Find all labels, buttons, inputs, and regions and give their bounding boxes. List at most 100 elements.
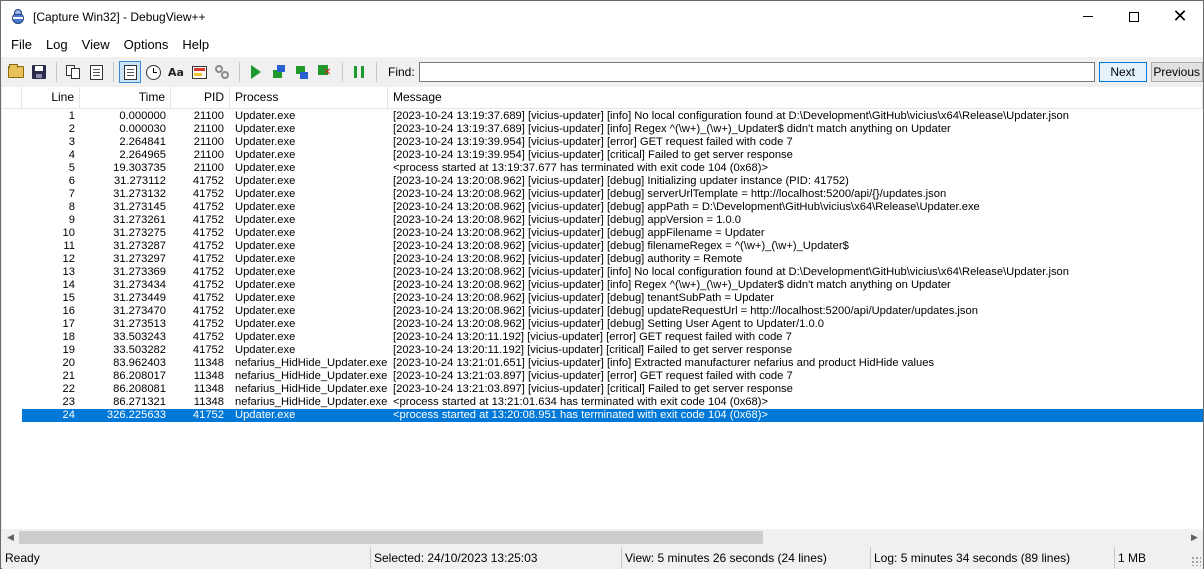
link-button[interactable] xyxy=(211,61,233,83)
cell-line: 24 xyxy=(62,409,75,421)
cell-line: 18 xyxy=(62,331,75,343)
row-gutter xyxy=(2,292,22,305)
window-controls: ✕ xyxy=(1065,1,1203,32)
cell-process: Updater.exe xyxy=(235,305,296,317)
process-up-icon xyxy=(272,65,286,79)
table-row[interactable]: 22 86.208081 11348 nefarius_HidHide_Updater… xyxy=(2,383,1203,396)
copy-messages-button[interactable] xyxy=(85,61,107,83)
log-list[interactable]: Line Time PID Process Message 1 0.000000 2… xyxy=(2,87,1203,529)
cell-time: 326.225633 xyxy=(106,409,166,421)
status-log: Log: 5 minutes 34 seconds (89 lines) xyxy=(871,547,1115,569)
cell-message: [2023-10-24 13:19:39.954] [vicius-update… xyxy=(393,149,793,161)
scroll-right-icon[interactable]: ▶ xyxy=(1186,529,1203,546)
open-button[interactable] xyxy=(5,61,27,83)
menu-help[interactable]: Help xyxy=(175,32,216,57)
cell-message: [2023-10-24 13:20:08.962] [vicius-update… xyxy=(393,240,849,252)
cell-line: 16 xyxy=(62,305,75,317)
pause-button[interactable] xyxy=(348,61,370,83)
table-row[interactable]: 16 31.273470 41752 Updater.exe [2023-10-24 1… xyxy=(2,305,1203,318)
save-button[interactable] xyxy=(28,61,50,83)
font-button[interactable]: Aa xyxy=(165,61,187,83)
title-bar[interactable]: [Capture Win32] - DebugView++ ✕ xyxy=(1,1,1203,32)
cell-line: 1 xyxy=(68,110,75,122)
table-row[interactable]: 15 31.273449 41752 Updater.exe [2023-10-24 1… xyxy=(2,292,1203,305)
header-process[interactable]: Process xyxy=(230,87,388,109)
cell-time: 33.503282 xyxy=(113,344,166,356)
log-rows: 1 0.000000 21100 Updater.exe [2023-10-24 13:… xyxy=(2,110,1203,422)
toolbar-separator xyxy=(113,62,114,82)
menu-view[interactable]: View xyxy=(75,32,117,57)
header-pid[interactable]: PID xyxy=(171,87,230,109)
autoscroll-icon xyxy=(123,64,137,80)
table-row[interactable]: 19 33.503282 41752 Updater.exe [2023-10-24 1… xyxy=(2,344,1203,357)
status-view: View: 5 minutes 26 seconds (24 lines) xyxy=(622,547,871,569)
process-down-button[interactable] xyxy=(291,61,313,83)
cell-process: Updater.exe xyxy=(235,331,296,343)
header-time[interactable]: Time xyxy=(80,87,171,109)
status-memory: 1 MB xyxy=(1118,551,1147,565)
table-row[interactable]: 14 31.273434 41752 Updater.exe [2023-10-24 1… xyxy=(2,279,1203,292)
cell-process: Updater.exe xyxy=(235,240,296,252)
table-row[interactable]: 21 86.208017 11348 nefarius_HidHide_Updater… xyxy=(2,370,1203,383)
cell-process: Updater.exe xyxy=(235,279,296,291)
previous-button[interactable]: Previous xyxy=(1150,62,1203,82)
table-row[interactable]: 5 19.303735 21100 Updater.exe <process start… xyxy=(2,162,1203,175)
autoscroll-button[interactable] xyxy=(119,61,141,83)
horizontal-scrollbar[interactable]: ◀ ▶ xyxy=(2,529,1203,546)
cell-pid: 41752 xyxy=(192,344,224,356)
cell-line: 5 xyxy=(68,162,75,174)
resize-grip-icon[interactable] xyxy=(1191,556,1201,566)
menu-file[interactable]: File xyxy=(4,32,39,57)
table-row[interactable]: 10 31.273275 41752 Updater.exe [2023-10-24 1… xyxy=(2,227,1203,240)
status-ready: Ready xyxy=(2,547,371,569)
table-row[interactable]: 12 31.273297 41752 Updater.exe [2023-10-24 1… xyxy=(2,253,1203,266)
table-row[interactable]: 2 0.000030 21100 Updater.exe [2023-10-24 13:… xyxy=(2,123,1203,136)
table-row[interactable]: 20 83.962403 11348 nefarius_HidHide_Updater… xyxy=(2,357,1203,370)
cell-line: 14 xyxy=(62,279,75,291)
scroll-thumb[interactable] xyxy=(19,531,763,544)
table-row[interactable]: 18 33.503243 41752 Updater.exe [2023-10-24 1… xyxy=(2,331,1203,344)
table-row[interactable]: 4 2.264965 21100 Updater.exe [2023-10-24 13:… xyxy=(2,149,1203,162)
cell-process: nefarius_HidHide_Updater.exe xyxy=(235,370,388,382)
clock-button[interactable] xyxy=(142,61,164,83)
table-row[interactable]: 23 86.271321 11348 nefarius_HidHide_Updater… xyxy=(2,396,1203,409)
table-row[interactable]: 3 2.264841 21100 Updater.exe [2023-10-24 13:… xyxy=(2,136,1203,149)
stop-button[interactable] xyxy=(314,61,336,83)
cell-line: 6 xyxy=(68,175,75,187)
table-row[interactable]: 9 31.273261 41752 Updater.exe [2023-10-24 13… xyxy=(2,214,1203,227)
next-button[interactable]: Next xyxy=(1098,62,1147,82)
copy-button[interactable] xyxy=(62,61,84,83)
toolbar-separator xyxy=(56,62,57,82)
table-row[interactable]: 7 31.273132 41752 Updater.exe [2023-10-24 13… xyxy=(2,188,1203,201)
table-row[interactable]: 17 31.273513 41752 Updater.exe [2023-10-24 1… xyxy=(2,318,1203,331)
table-row[interactable]: 13 31.273369 41752 Updater.exe [2023-10-24 1… xyxy=(2,266,1203,279)
row-gutter xyxy=(2,396,22,409)
highlight-button[interactable] xyxy=(188,61,210,83)
header-message[interactable]: Message xyxy=(388,87,1203,109)
table-row[interactable]: 11 31.273287 41752 Updater.exe [2023-10-24 1… xyxy=(2,240,1203,253)
cell-process: Updater.exe xyxy=(235,253,296,265)
cell-line: 21 xyxy=(62,370,75,382)
cell-message: [2023-10-24 13:21:01.651] [vicius-update… xyxy=(393,357,935,369)
minimize-button[interactable] xyxy=(1065,1,1111,32)
process-up-button[interactable] xyxy=(268,61,290,83)
cell-message: [2023-10-24 13:20:08.962] [vicius-update… xyxy=(393,279,951,291)
cell-line: 12 xyxy=(62,253,75,265)
cell-time: 31.273275 xyxy=(113,227,166,239)
table-row[interactable]: 6 31.273112 41752 Updater.exe [2023-10-24 13… xyxy=(2,175,1203,188)
cell-time: 31.273261 xyxy=(113,214,166,226)
cell-message: [2023-10-24 13:20:11.192] [vicius-update… xyxy=(393,331,792,343)
header-line[interactable]: Line xyxy=(22,87,80,109)
scroll-left-icon[interactable]: ◀ xyxy=(2,529,19,546)
menu-log[interactable]: Log xyxy=(39,32,75,57)
cell-pid: 21100 xyxy=(193,149,224,161)
find-input[interactable] xyxy=(418,62,1095,82)
close-button[interactable]: ✕ xyxy=(1157,1,1203,32)
run-button[interactable] xyxy=(245,61,267,83)
menu-options[interactable]: Options xyxy=(117,32,176,57)
table-row[interactable]: 8 31.273145 41752 Updater.exe [2023-10-24 13… xyxy=(2,201,1203,214)
maximize-button[interactable] xyxy=(1111,1,1157,32)
cell-time: 31.273434 xyxy=(113,279,166,291)
table-row[interactable]: 1 0.000000 21100 Updater.exe [2023-10-24 13:… xyxy=(2,110,1203,123)
table-row-selected[interactable]: 24 326.225633 41752 Updater.exe <process sta… xyxy=(2,409,1203,422)
